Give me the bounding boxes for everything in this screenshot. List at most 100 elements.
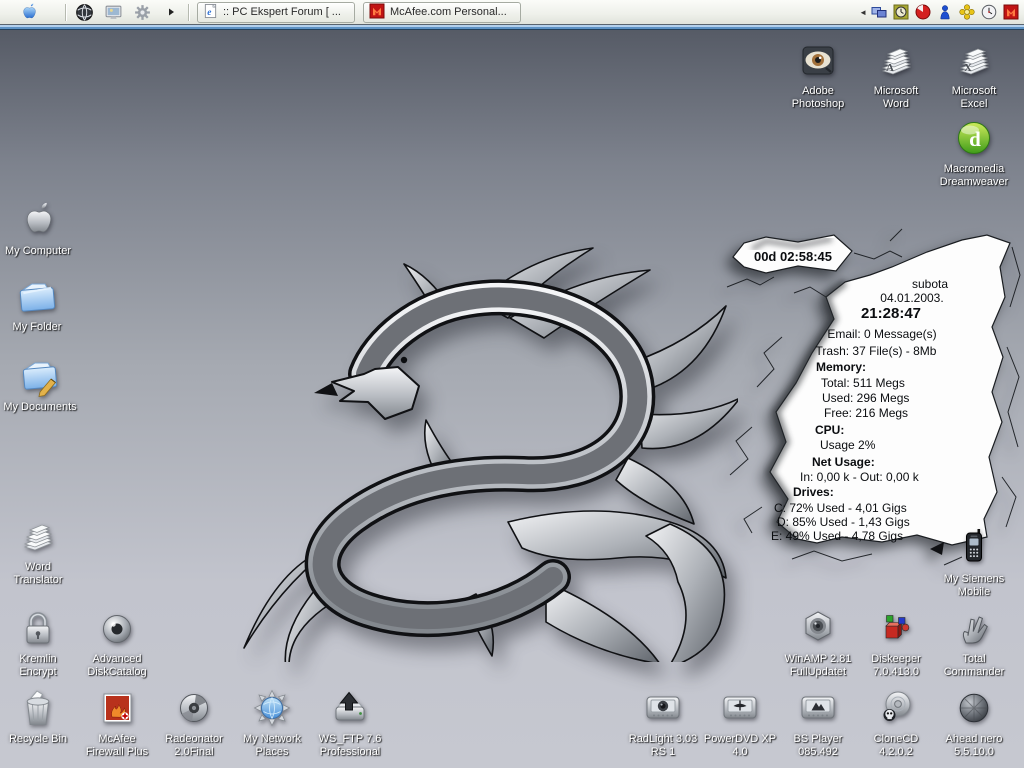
icon-label: Radeonator2.0Final bbox=[152, 733, 236, 759]
desktop-icon-winamp[interactable]: WinAMP 2.81FullUpdatet bbox=[776, 604, 860, 679]
desktop-icon-ws-ftp-professional[interactable]: WS_FTP 7.6Professional bbox=[308, 684, 392, 759]
svg-text:A: A bbox=[886, 62, 894, 74]
widget-cpu-label: CPU: bbox=[815, 423, 844, 437]
taskbar-separator bbox=[65, 4, 67, 21]
lock-icon bbox=[0, 604, 80, 650]
network-computers-icon[interactable] bbox=[870, 4, 887, 21]
documents-icon bbox=[0, 352, 82, 398]
icon-label: RadLight 3.03RS 1 bbox=[621, 733, 705, 759]
icon-label: MacromediaDreamweaver bbox=[932, 163, 1016, 189]
icon-label: AdobePhotoshop bbox=[776, 85, 860, 111]
player-powerdvd-icon bbox=[698, 684, 782, 730]
system-tray bbox=[870, 4, 1019, 21]
widget-net-usage: In: 0,00 k - Out: 0,00 k bbox=[800, 470, 919, 484]
books-a-icon: A bbox=[854, 36, 938, 82]
display-icon[interactable] bbox=[103, 2, 123, 22]
desktop-icon-my-siemens-mobile[interactable]: My SiemensMobile bbox=[932, 524, 1016, 599]
photoshop-icon bbox=[776, 36, 860, 82]
mcafee-icon bbox=[75, 684, 159, 730]
desktop-icon-ahead-nero[interactable]: Ahead nero5.5.10.0 bbox=[932, 684, 1016, 759]
icq-flower-icon[interactable] bbox=[958, 4, 975, 21]
icon-label: WS_FTP 7.6Professional bbox=[308, 733, 392, 759]
messenger-person-icon[interactable] bbox=[936, 4, 953, 21]
widget-day: subota bbox=[840, 277, 1020, 291]
icon-label: CloneCD4.2.0.2 bbox=[854, 733, 938, 759]
icon-label: My Computer bbox=[0, 245, 80, 258]
desktop-icon-my-network-places[interactable]: My NetworkPlaces bbox=[230, 684, 314, 759]
widget-memory-used: Used: 296 Megs bbox=[822, 391, 909, 405]
icon-label: BS Player085.492 bbox=[776, 733, 860, 759]
tray-collapse-arrow-icon[interactable]: ◄ bbox=[859, 8, 867, 17]
mcafee-tray-icon[interactable] bbox=[1002, 4, 1019, 21]
desktop-icon-my-computer[interactable]: My Computer bbox=[0, 196, 80, 258]
quick-launch bbox=[74, 2, 181, 22]
taskbar-button-mcafee[interactable]: McAfee.com Personal... bbox=[363, 2, 521, 23]
icon-label: MicrosoftWord bbox=[854, 85, 938, 111]
widget-trash: Trash: 37 File(s) - 8Mb bbox=[786, 344, 966, 358]
clonecd-icon bbox=[854, 684, 938, 730]
apple-start-button[interactable] bbox=[0, 0, 58, 24]
phone-icon bbox=[932, 524, 1016, 570]
widget-memory-total: Total: 511 Megs bbox=[821, 376, 905, 390]
gear-icon[interactable] bbox=[132, 2, 152, 22]
winamp-icon bbox=[776, 604, 860, 650]
desktop-icon-clonecd[interactable]: CloneCD4.2.0.2 bbox=[854, 684, 938, 759]
books-icon bbox=[0, 512, 80, 558]
desktop-icon-advanced-diskcatalog[interactable]: AdvancedDiskCatalog bbox=[75, 604, 159, 679]
widget-uptime: 00d 02:58:45 bbox=[733, 249, 853, 264]
icon-label: WinAMP 2.81FullUpdatet bbox=[776, 653, 860, 679]
widget-date: 04.01.2003. bbox=[822, 291, 1002, 305]
player-radlight-icon bbox=[621, 684, 705, 730]
widget-cpu-usage: Usage 2% bbox=[820, 438, 875, 452]
desktop-icon-microsoft-word[interactable]: A MicrosoftWord bbox=[854, 36, 938, 111]
desktop-icon-microsoft-excel[interactable]: X MicrosoftExcel bbox=[932, 36, 1016, 111]
widget-drive-e: E: 49% Used - 4,78 Gigs bbox=[771, 529, 903, 543]
books-x-icon: X bbox=[932, 36, 1016, 82]
desktop-icon-kremlin-encrypt[interactable]: KremlinEncrypt bbox=[0, 604, 80, 679]
dreamweaver-icon: d bbox=[932, 114, 1016, 160]
desktop-icon-my-folder[interactable]: My Folder bbox=[0, 272, 79, 334]
desktop-icon-powerdvd-xp[interactable]: PowerDVD XP4.0 bbox=[698, 684, 782, 759]
clock-square-icon[interactable] bbox=[892, 4, 909, 21]
red-pie-icon[interactable] bbox=[914, 4, 931, 21]
desktop-icon-radeonator[interactable]: Radeonator2.0Final bbox=[152, 684, 236, 759]
desktop-icon-diskeeper[interactable]: Diskeeper7.0.413.0 bbox=[854, 604, 938, 679]
desktop-icon-my-documents[interactable]: My Documents bbox=[0, 352, 82, 414]
icon-label: AdvancedDiskCatalog bbox=[75, 653, 159, 679]
widget-memory-free: Free: 216 Megs bbox=[824, 406, 908, 420]
taskbar-button-label: :: PC Ekspert Forum [ ... bbox=[223, 6, 341, 18]
svg-text:e: e bbox=[207, 7, 211, 17]
desktop-icon-recycle-bin[interactable]: Recycle Bin bbox=[0, 684, 80, 746]
ftp-drive-icon bbox=[308, 684, 392, 730]
desktop-icon-total-commander[interactable]: TotalCommander bbox=[932, 604, 1016, 679]
taskbar-button-pc-ekspert[interactable]: e :: PC Ekspert Forum [ ... bbox=[197, 2, 355, 23]
network-icon bbox=[230, 684, 314, 730]
taskbar: e :: PC Ekspert Forum [ ... McAfee.com P… bbox=[0, 0, 1024, 24]
player-bsplayer-icon bbox=[776, 684, 860, 730]
expand-arrow-icon[interactable] bbox=[161, 2, 181, 22]
trash-icon bbox=[0, 684, 80, 730]
desktop[interactable]: 00d 02:58:45 subota 04.01.2003. 21:28:47… bbox=[0, 30, 1024, 768]
widget-drives-label: Drives: bbox=[793, 485, 834, 499]
icon-label: TotalCommander bbox=[932, 653, 1016, 679]
desktop-icon-adobe-photoshop[interactable]: AdobePhotoshop bbox=[776, 36, 860, 111]
desktop-icon-macromedia-dreamweaver[interactable]: d MacromediaDreamweaver bbox=[932, 114, 1016, 189]
desktop-icon-bs-player[interactable]: BS Player085.492 bbox=[776, 684, 860, 759]
svg-text:d: d bbox=[969, 127, 981, 151]
hand-icon bbox=[932, 604, 1016, 650]
taskbar-button-label: McAfee.com Personal... bbox=[390, 6, 507, 18]
apple-silver-icon bbox=[0, 196, 80, 242]
mcafee-icon bbox=[369, 3, 385, 22]
desktop-icon-radlight[interactable]: RadLight 3.03RS 1 bbox=[621, 684, 705, 759]
clock-white-icon[interactable] bbox=[980, 4, 997, 21]
desktop-icon-word-translator[interactable]: WordTranslator bbox=[0, 512, 80, 587]
widget-drive-d: D: 85% Used - 1,43 Gigs bbox=[777, 515, 910, 529]
globe-icon[interactable] bbox=[74, 2, 94, 22]
icon-label: MicrosoftExcel bbox=[932, 85, 1016, 111]
ie-page-icon: e bbox=[203, 3, 218, 22]
icon-label: KremlinEncrypt bbox=[0, 653, 80, 679]
icon-label: PowerDVD XP4.0 bbox=[698, 733, 782, 759]
orb-icon bbox=[75, 604, 159, 650]
svg-text:X: X bbox=[964, 62, 972, 74]
desktop-icon-mcafee-firewall-plus[interactable]: McAfeeFirewall Plus bbox=[75, 684, 159, 759]
